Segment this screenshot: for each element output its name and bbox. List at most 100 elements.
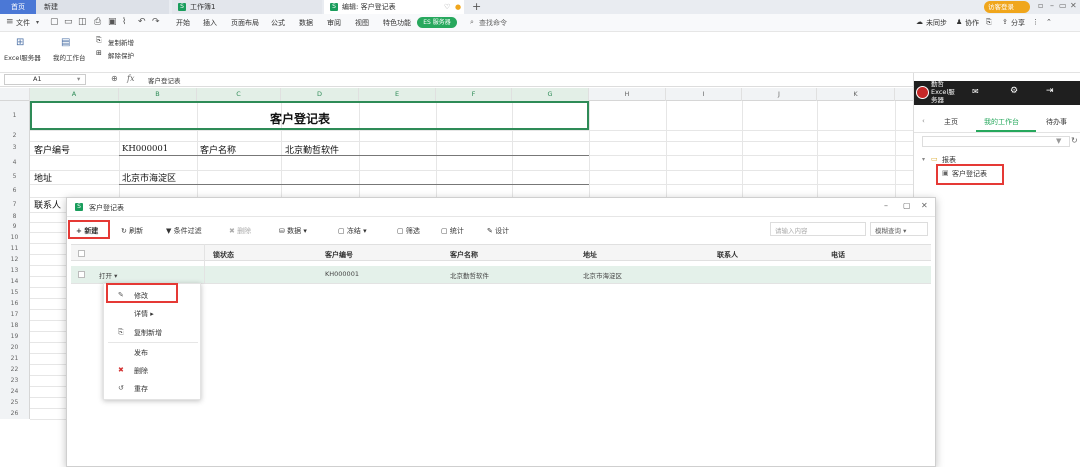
row-header[interactable]: 23 [0, 375, 30, 386]
chevron-down-icon[interactable]: ▾ [36, 19, 39, 26]
col-header-g[interactable]: G [512, 88, 589, 101]
row-header[interactable]: 1 [0, 101, 30, 130]
search-command[interactable]: 查找命令 [479, 18, 507, 28]
filter-icon[interactable]: ▼ [1056, 137, 1061, 145]
select-all-checkbox[interactable] [78, 250, 85, 257]
minimize-icon[interactable]: – [1050, 1, 1054, 10]
col-phone[interactable]: 电话 [831, 250, 845, 260]
row-header[interactable]: 8 [0, 212, 30, 222]
row-header[interactable]: 22 [0, 364, 30, 375]
sheet-title[interactable]: 客户登记表 [270, 110, 330, 127]
my-workbench-button[interactable]: 我的工作台 [53, 52, 86, 62]
row-header[interactable]: 24 [0, 386, 30, 397]
menu-file[interactable]: 文件 [16, 18, 30, 28]
redo-icon[interactable]: ↷ [152, 17, 160, 27]
gear-icon[interactable]: ⚙ [1010, 86, 1018, 96]
row-header[interactable]: 14 [0, 276, 30, 287]
menu-start[interactable]: 开始 [176, 18, 190, 28]
row-header[interactable]: 16 [0, 298, 30, 309]
delete-button[interactable]: ✖ 删除 [229, 226, 251, 236]
row-header[interactable]: 21 [0, 353, 30, 364]
screen-button[interactable]: ▢ 筛选 [397, 226, 420, 236]
col-header-c[interactable]: C [197, 88, 281, 101]
col-header-b[interactable]: B [119, 88, 197, 101]
format-painter-icon[interactable]: ⌇ [122, 17, 126, 27]
row-header[interactable]: 10 [0, 232, 30, 243]
col-contact[interactable]: 联系人 [717, 250, 738, 260]
label-contact[interactable]: 联系人 [34, 198, 61, 211]
row-header[interactable]: 17 [0, 309, 30, 320]
row-header[interactable]: 26 [0, 408, 30, 419]
menu-formula[interactable]: 公式 [271, 18, 285, 28]
copy-new-button[interactable]: 复制新增 [108, 37, 134, 47]
preview-icon[interactable]: ▣ [108, 17, 117, 27]
col-header-d[interactable]: D [281, 88, 359, 101]
freeze-button[interactable]: ▢ 冻结 ▾ [338, 226, 367, 236]
pane-tab-home[interactable]: 主页 [944, 117, 958, 127]
col-header-j[interactable]: J [742, 88, 817, 101]
menu-item-copy-new[interactable]: 复制新增 [134, 328, 162, 338]
col-header-e[interactable]: E [359, 88, 436, 101]
menu-item-publish[interactable]: 发布 [134, 348, 148, 358]
search-input[interactable]: 请输入内容 [770, 222, 866, 236]
row-header[interactable]: 4 [0, 155, 30, 170]
formula-input[interactable]: 客户登记表 [148, 75, 181, 85]
row-header[interactable]: 7 [0, 197, 30, 212]
tab-new[interactable]: 新建 [36, 0, 169, 14]
search-icon[interactable]: ⌕ [470, 18, 474, 27]
export-icon[interactable]: ⎘ [986, 18, 992, 27]
col-header-f[interactable]: F [436, 88, 512, 101]
value-address[interactable]: 北京市海淀区 [122, 171, 176, 184]
row-header[interactable]: 9 [0, 222, 30, 232]
refresh-icon[interactable]: ↻ [1071, 136, 1078, 145]
col-customer-name[interactable]: 客户名称 [450, 250, 478, 260]
excel-server-button[interactable]: Excel服务器 [4, 52, 41, 62]
save-icon[interactable]: ◫ [78, 17, 87, 27]
new-file-icon[interactable]: ▢ [50, 17, 59, 27]
row-header[interactable]: 20 [0, 342, 30, 353]
row-header[interactable]: 13 [0, 265, 30, 276]
fx-icon[interactable]: fx [127, 74, 134, 83]
tab-workbook[interactable]: S 工作簿1 [172, 0, 322, 14]
print-icon[interactable]: ⎙ [94, 17, 101, 27]
stats-button[interactable]: ▢ 统计 [441, 226, 464, 236]
hamburger-icon[interactable]: ≡ [6, 17, 14, 27]
col-header-k[interactable]: K [817, 88, 895, 101]
menu-item-resave[interactable]: 重存 [134, 384, 148, 394]
chevron-down-icon[interactable]: ▾ [922, 156, 925, 163]
select-all-corner[interactable] [0, 88, 30, 101]
col-address[interactable]: 地址 [583, 250, 597, 260]
row-header[interactable]: 2 [0, 130, 30, 141]
logout-icon[interactable]: ⇥ [1046, 86, 1054, 96]
row-checkbox[interactable] [78, 271, 85, 278]
col-header-h[interactable]: H [589, 88, 666, 101]
window-tile-icon[interactable]: ▫ [1038, 1, 1043, 10]
row-header[interactable]: 12 [0, 254, 30, 265]
menu-data[interactable]: 数据 [299, 18, 313, 28]
table-row[interactable]: 打开 ▾ KH000001 北京勤哲软件 北京市海淀区 [71, 266, 931, 283]
pane-search-input[interactable] [922, 136, 1070, 147]
chevron-up-icon[interactable]: ⌃ [1046, 18, 1052, 26]
value-customer-no[interactable]: KH000001 [122, 144, 168, 154]
chevron-down-icon[interactable]: ▾ [77, 75, 80, 84]
zoom-icon[interactable]: ⊕ [111, 74, 118, 83]
undo-icon[interactable]: ↶ [138, 17, 146, 27]
col-header-a[interactable]: A [30, 88, 119, 101]
refresh-button[interactable]: ↻ 刷新 [121, 226, 143, 236]
col-header-i[interactable]: I [666, 88, 742, 101]
more-icon[interactable]: ⋮ [1032, 18, 1039, 26]
open-folder-icon[interactable]: ▭ [64, 17, 73, 27]
pane-tab-workbench[interactable]: 我的工作台 [984, 117, 1019, 127]
col-customer-no[interactable]: 客户编号 [325, 250, 353, 260]
row-header[interactable]: 15 [0, 287, 30, 298]
row-header[interactable]: 19 [0, 331, 30, 342]
mail-icon[interactable]: ✉ [972, 87, 979, 96]
collab-button[interactable]: 协作 [965, 18, 979, 28]
row-open-action[interactable]: 打开 ▾ [99, 270, 117, 280]
label-address[interactable]: 地址 [34, 171, 52, 184]
design-button[interactable]: ✎ 设计 [487, 226, 509, 236]
pane-tab-todo[interactable]: 待办事 [1046, 117, 1067, 127]
menu-special[interactable]: 特色功能 [383, 18, 411, 28]
menu-item-detail[interactable]: 详情 ▸ [134, 309, 154, 319]
row-header[interactable]: 5 [0, 170, 30, 184]
